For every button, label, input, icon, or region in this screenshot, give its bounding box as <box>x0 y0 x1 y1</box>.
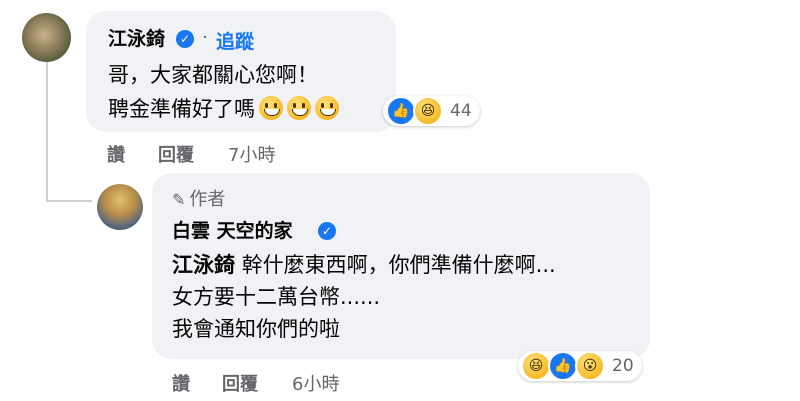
comment-text-line-3: 我會通知你們的啦 <box>172 317 340 341</box>
comment-text-line-1: 江泳錡 幹什麼東西啊，你們準備什麼啊... <box>172 251 556 279</box>
author-badge-label: 作者 <box>189 189 226 210</box>
comment-bubble: 江泳錡 ✓ · 追蹤 哥，大家都關心您啊！ 聘金準備好了嗎 <box>86 11 396 132</box>
pen-icon: ✎ <box>172 190 186 209</box>
comment-author[interactable]: 江泳錡 <box>108 27 165 51</box>
avatar[interactable] <box>97 184 143 230</box>
like-action[interactable]: 讚 <box>172 370 190 396</box>
comment-author[interactable]: 白雲 天空的家 <box>172 219 293 243</box>
separator-dot: · <box>202 27 208 48</box>
comment-text-line-1: 哥，大家都關心您啊！ <box>108 63 318 87</box>
haha-reaction-icon: 😆 <box>413 96 443 126</box>
reply-bubble: ✎ 作者 白雲 天空的家 ✓ 江泳錡 幹什麼東西啊，你們準備什麼啊... 女方要十… <box>152 173 650 359</box>
like-action[interactable]: 讚 <box>107 141 125 167</box>
follow-button[interactable]: 追蹤 <box>216 27 254 54</box>
comment-text-line-2: 聘金準備好了嗎 <box>108 95 339 123</box>
comment-time[interactable]: 7小時 <box>228 141 275 167</box>
author-badge: ✎ 作者 <box>172 185 225 211</box>
reaction-summary[interactable]: 😆 👍 😮 20 <box>518 351 642 381</box>
verified-badge-icon: ✓ <box>318 222 336 240</box>
reaction-count: 20 <box>612 356 634 376</box>
reply-action[interactable]: 回覆 <box>222 370 258 396</box>
mention-link[interactable]: 江泳錡 <box>172 253 235 277</box>
wow-reaction-icon: 😮 <box>575 351 605 381</box>
avatar[interactable] <box>22 13 71 62</box>
grinning-emoji-icon <box>259 96 283 120</box>
reaction-count: 44 <box>450 101 472 121</box>
comment-time[interactable]: 6小時 <box>292 370 339 396</box>
thread-line-vertical <box>46 62 48 202</box>
reaction-summary[interactable]: 👍 😆 44 <box>383 96 480 126</box>
comment-text-line-2: 女方要十二萬台幣...... <box>172 285 381 309</box>
comment-text: 幹什麼東西啊，你們準備什麼啊... <box>241 253 556 277</box>
reply-action[interactable]: 回覆 <box>158 141 194 167</box>
thread-line-horizontal <box>46 200 92 202</box>
verified-badge-icon: ✓ <box>176 30 194 48</box>
comment-text: 聘金準備好了嗎 <box>108 97 255 121</box>
grinning-emoji-icon <box>287 96 311 120</box>
haha-reaction-icon: 😆 <box>521 351 551 381</box>
grinning-emoji-icon <box>315 96 339 120</box>
like-reaction-icon: 👍 <box>548 351 578 381</box>
like-reaction-icon: 👍 <box>386 96 416 126</box>
